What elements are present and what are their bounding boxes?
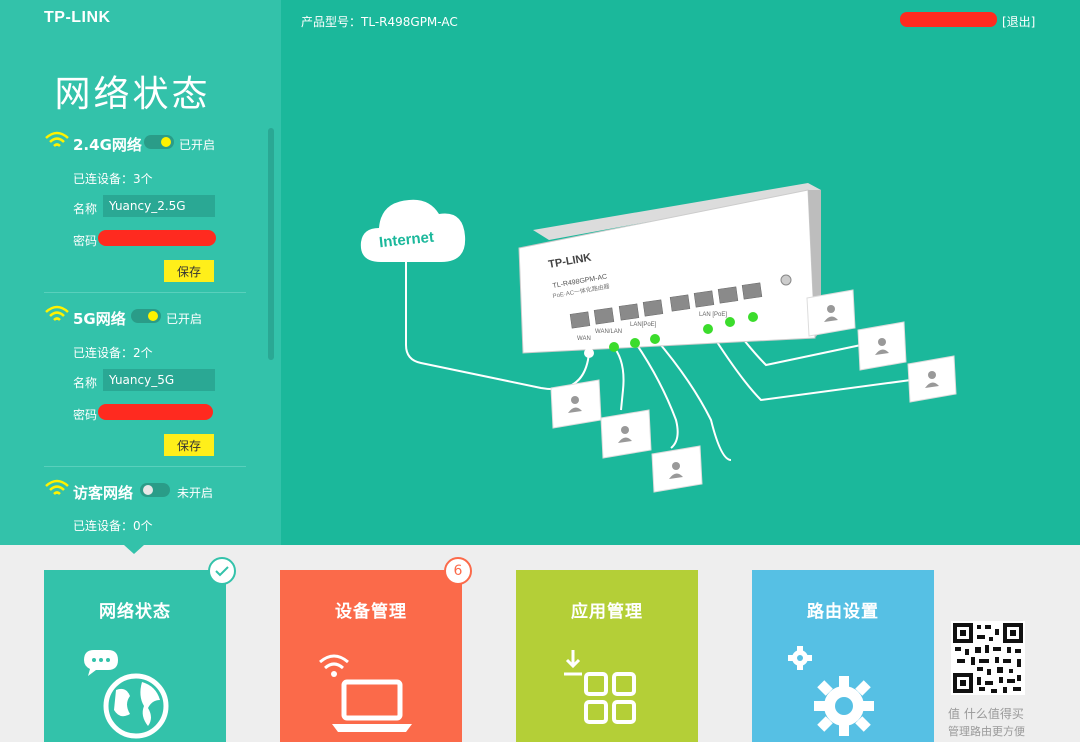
watermark: 值 什么值得买 (948, 707, 1024, 721)
active-pointer (124, 545, 144, 554)
toggle-state: 已开启 (166, 312, 203, 326)
divider (44, 292, 246, 293)
tile-title: 网络状态 (99, 602, 171, 622)
port-label: LAN[PoE] (630, 322, 657, 328)
ssid-field[interactable] (103, 369, 215, 391)
network-guest-section: 访客网络 未开启 已连设备：0个 (44, 478, 246, 533)
tile-title: 设备管理 (335, 602, 407, 622)
link-dot (630, 338, 640, 348)
tile-app-management[interactable]: 应用管理 (516, 570, 698, 742)
qr-caption: 管理路由更方便 (948, 725, 1025, 738)
network-name: 2.4G网络 (73, 136, 142, 154)
password-label: 密码 (73, 234, 98, 248)
topology-diagram: Internet TP-LINK TL-R498GPM-AC PoE·AC一体化… (360, 183, 957, 493)
tp-link-logo: TP-LINK (44, 9, 111, 26)
client-device-icon (651, 445, 703, 493)
devices-count: 3个 (133, 172, 153, 186)
router-device: TP-LINK TL-R498GPM-AC PoE·AC一体化路由器 WAN W… (518, 183, 821, 354)
router-admin-page: TP-LINK 网络状态 2.4G网络 已开启 已连设备：3个 名称 密码 (0, 0, 1080, 742)
check-icon (208, 557, 236, 585)
divider (44, 466, 246, 467)
network-5g-section: 5G网络 已开启 已连设备：2个 名称 密码 保存 (44, 304, 246, 456)
qr-code (951, 621, 1025, 695)
client-device-icon (550, 379, 602, 429)
network-guest-toggle[interactable] (140, 483, 170, 497)
toggle-state: 已开启 (179, 138, 216, 152)
link-dot (748, 312, 758, 322)
toggle-state: 未开启 (177, 486, 214, 500)
devices-count: 2个 (133, 346, 153, 360)
save-button[interactable]: 保存 (164, 434, 214, 456)
panel-title: 网络状态 (54, 74, 211, 115)
laptop-wifi-icon (319, 654, 412, 732)
tile-title: 应用管理 (571, 602, 643, 622)
tile-title: 路由设置 (807, 602, 879, 622)
wan-link-dot (584, 348, 594, 358)
devices-label: 已连设备： (73, 346, 134, 360)
bottom-nav: 网络状态 设备管理 6 应用管理 路由设置 值 什么值得买 管理路由更方便 (0, 545, 1080, 742)
wifi-icon (45, 131, 69, 147)
devices-row: 已连设备：3个 (73, 170, 153, 187)
client-device-icon (907, 355, 957, 403)
client-device-icon (806, 289, 856, 337)
devices-row: 已连设备：2个 (73, 344, 153, 361)
wifi-icon (45, 305, 69, 321)
tile-device-management[interactable]: 设备管理 6 (280, 557, 472, 742)
network-status-panel: TP-LINK 网络状态 2.4G网络 已开启 已连设备：3个 名称 密码 (0, 0, 281, 545)
save-button[interactable]: 保存 (164, 260, 214, 282)
tile-network-status[interactable]: 网络状态 (44, 557, 236, 742)
password-field[interactable] (98, 230, 216, 246)
network-name: 5G网络 (73, 310, 126, 328)
network-5g-toggle[interactable] (131, 309, 161, 323)
ssid-label: 名称 (73, 202, 98, 216)
wifi-icon (45, 479, 69, 495)
gears-icon (788, 646, 874, 736)
link-dot (725, 317, 735, 327)
devices-row: 已连设备：0个 (73, 517, 153, 534)
notification-badge: 6 (444, 557, 472, 585)
apps-grid-icon (564, 650, 636, 724)
port-label: WAN (577, 336, 591, 342)
client-device-icon (857, 321, 907, 371)
ssid-field[interactable] (103, 195, 215, 217)
client-device-icon (600, 409, 652, 459)
link-dot (703, 324, 713, 334)
internet-cloud-icon: Internet (360, 199, 466, 262)
network-2g-toggle[interactable] (144, 135, 174, 149)
devices-label: 已连设备： (73, 172, 134, 186)
globe-chat-icon (84, 650, 169, 739)
devices-label: 已连设备： (73, 519, 134, 533)
link-dot (609, 342, 619, 352)
ssid-label: 名称 (73, 376, 98, 390)
panel-scrollbar[interactable] (268, 128, 274, 360)
password-field[interactable] (98, 404, 213, 420)
password-label: 密码 (73, 408, 98, 422)
port-label: LAN [PoE] (699, 312, 727, 318)
tile-router-settings[interactable]: 路由设置 (752, 570, 934, 742)
link-dot (650, 334, 660, 344)
network-2g-section: 2.4G网络 已开启 已连设备：3个 名称 密码 保存 (44, 130, 246, 282)
port-label: WAN/LAN (595, 329, 622, 335)
main-area: 产品型号：TL-R498GPM-AC [退出] Internet TP-LINK… (281, 0, 1080, 545)
devices-count: 0个 (133, 519, 153, 533)
network-name: 访客网络 (73, 484, 134, 502)
